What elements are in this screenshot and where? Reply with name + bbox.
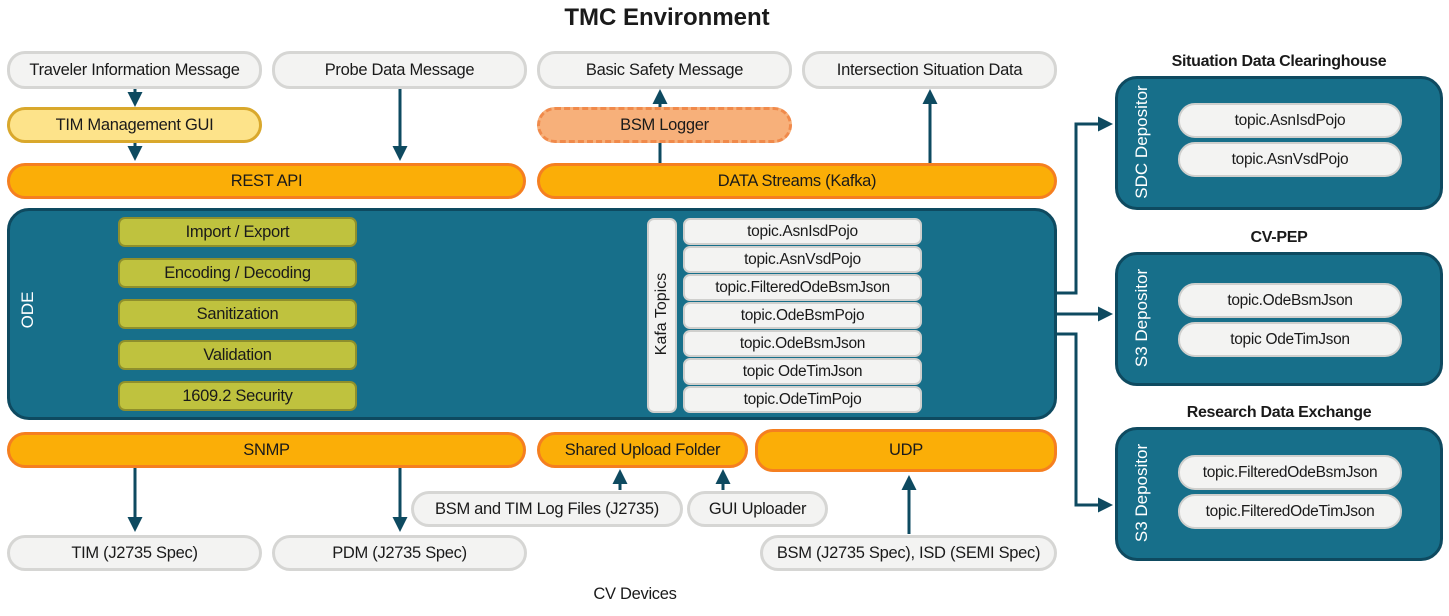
cvpep-topic: topic OdeTimJson (1178, 322, 1402, 357)
function-encoding-decoding: Encoding / Decoding (118, 258, 357, 288)
tim-message-box: Traveler Information Message (7, 51, 262, 89)
arrow-ode-to-sdc (1057, 116, 1113, 295)
sdc-topic: topic.AsnVsdPojo (1178, 142, 1402, 177)
kafka-topic: topic.FilteredOdeBsmJson (683, 274, 922, 301)
data-streams-bar: DATA Streams (Kafka) (537, 163, 1057, 199)
sdc-depositor-label: SDC Depositor (1132, 85, 1151, 199)
kafka-topic: topic.OdeTimPojo (683, 386, 922, 413)
rde-depositor-label: S3 Depositor (1132, 443, 1151, 543)
kafka-topic: topic OdeTimJson (683, 358, 922, 385)
function-validation: Validation (118, 340, 357, 370)
function-security: 1609.2 Security (118, 381, 357, 411)
intersection-situation-data-box: Intersection Situation Data (802, 51, 1057, 89)
rde-title: Research Data Exchange (1186, 404, 1372, 421)
cvpep-topic: topic.OdeBsmJson (1178, 283, 1402, 318)
kafka-topic: topic.OdeBsmPojo (683, 302, 922, 329)
cv-devices-label: CV Devices (593, 585, 677, 603)
kafka-topics-label: Kafa Topics (653, 272, 670, 356)
function-import-export: Import / Export (118, 217, 357, 247)
ode-label: ODE (18, 291, 37, 329)
sdc-title: Situation Data Clearinghouse (1171, 53, 1387, 70)
pdm-device-box: PDM (J2735 Spec) (272, 535, 527, 571)
bsm-isd-device-box: BSM (J2735 Spec), ISD (SEMI Spec) (760, 535, 1057, 571)
log-files-box: BSM and TIM Log Files (J2735) (411, 491, 683, 527)
rest-api-bar: REST API (7, 163, 526, 199)
kafka-topic: topic.OdeBsmJson (683, 330, 922, 357)
sdc-topic: topic.AsnIsdPojo (1178, 103, 1402, 138)
page-title: TMC Environment (564, 4, 770, 31)
bsm-logger-box: BSM Logger (537, 107, 792, 143)
snmp-bar: SNMP (7, 432, 526, 468)
tim-device-box: TIM (J2735 Spec) (7, 535, 262, 571)
cvpep-depositor-label: S3 Depositor (1132, 268, 1151, 368)
rde-topic: topic.FilteredOdeBsmJson (1178, 455, 1402, 490)
basic-safety-message-box: Basic Safety Message (537, 51, 792, 89)
probe-data-message-box: Probe Data Message (272, 51, 527, 89)
kafka-topic: topic.AsnIsdPojo (683, 218, 922, 245)
tim-management-gui-box: TIM Management GUI (7, 107, 262, 143)
kafka-topic: topic.AsnVsdPojo (683, 246, 922, 273)
function-sanitization: Sanitization (118, 299, 357, 329)
gui-uploader-box: GUI Uploader (687, 491, 828, 527)
cvpep-depositor-box (1115, 252, 1443, 386)
udp-bar: UDP (755, 429, 1057, 472)
rde-topic: topic.FilteredOdeTimJson (1178, 494, 1402, 529)
cvpep-title: CV-PEP (1250, 229, 1308, 246)
shared-upload-folder-bar: Shared Upload Folder (537, 432, 748, 468)
arrow-ode-to-rde (1057, 332, 1113, 513)
